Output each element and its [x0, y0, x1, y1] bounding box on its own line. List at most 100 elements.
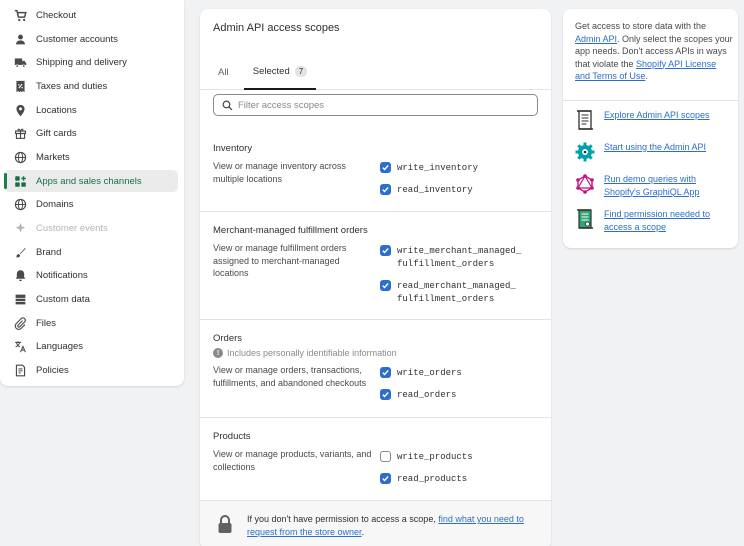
sidebar-item-policies[interactable]: Policies	[4, 359, 178, 381]
info-icon: !	[213, 348, 223, 358]
globe-icon	[14, 151, 27, 164]
tab-selected[interactable]: Selected 7	[244, 55, 316, 90]
pii-notice: ! Includes personally identifiable infor…	[213, 348, 397, 358]
resource-link[interactable]: Find permission needed to access a scope	[604, 208, 724, 233]
section-title: Inventory	[213, 143, 253, 154]
sidebar-item-taxes[interactable]: Taxes and duties	[4, 75, 178, 97]
gift-icon	[14, 127, 27, 140]
sidebar-item-label: Taxes and duties	[36, 80, 108, 92]
access-scopes-card: Admin API access scopes All Selected 7 I…	[200, 9, 551, 546]
paperclip-icon	[14, 316, 27, 330]
checkbox-checked[interactable]	[380, 162, 391, 173]
section-description: View or manage fulfillment orders assign…	[213, 243, 347, 278]
footer-text-before: If you don't have permission to access a…	[247, 514, 439, 524]
permission-scroll-icon	[575, 208, 595, 230]
section-description: View or manage inventory across multiple…	[213, 161, 346, 184]
search-input[interactable]	[238, 99, 528, 111]
resource-explore-scopes[interactable]: Explore Admin API scopes	[575, 109, 724, 131]
gear-icon	[575, 141, 595, 163]
resource-start-admin-api[interactable]: Start using the Admin API	[575, 141, 724, 163]
brand-icon	[14, 246, 27, 259]
scope-section-merchant-managed-fulfillment: Merchant-managed fulfillment orders View…	[200, 212, 551, 320]
sidebar-item-customer-events: Customer events	[4, 217, 178, 239]
sidebar-item-label: Customer accounts	[36, 33, 118, 45]
divider	[563, 100, 738, 101]
checkbox-unchecked[interactable]	[380, 451, 391, 462]
sidebar-item-label: Shipping and delivery	[36, 56, 127, 68]
resource-link[interactable]: Run demo queries with Shopify's GraphiQL…	[604, 173, 724, 198]
selected-count-badge: 7	[294, 66, 308, 77]
section-title: Products	[213, 431, 251, 442]
scope-name: read_inventory	[397, 185, 473, 195]
checkbox-checked[interactable]	[380, 473, 391, 484]
intro-text: Get access to store data with the	[575, 21, 707, 31]
pii-notice-text: Includes personally identifiable informa…	[227, 348, 397, 358]
sidebar-item-apps-and-sales-channels[interactable]: Apps and sales channels	[4, 170, 178, 192]
sidebar-item-label: Custom data	[36, 293, 90, 305]
sidebar-item-label: Locations	[36, 104, 77, 116]
resource-link[interactable]: Start using the Admin API	[604, 141, 724, 154]
checkbox-checked[interactable]	[380, 280, 391, 291]
scope-section-products: Products View or manage products, varian…	[200, 418, 551, 500]
apps-icon	[14, 175, 27, 188]
sidebar-item-label: Policies	[36, 364, 69, 376]
sidebar-item-label: Customer events	[36, 222, 108, 234]
globe-icon	[14, 198, 27, 211]
scope-checkbox-write-merchant-managed[interactable]: write_merchant_managed_ fulfillment_orde…	[380, 245, 521, 270]
sidebar-item-gift-cards[interactable]: Gift cards	[4, 122, 178, 144]
section-description: View or manage orders, transactions, ful…	[213, 365, 367, 388]
bell-icon	[14, 269, 27, 282]
sidebar-item-label: Languages	[36, 340, 84, 352]
scope-checkbox-read-inventory[interactable]: read_inventory	[380, 184, 473, 197]
scope-name: write_orders	[397, 368, 462, 378]
sidebar-item-domains[interactable]: Domains	[4, 193, 178, 215]
database-icon	[14, 293, 27, 306]
scope-checkbox-read-products[interactable]: read_products	[380, 473, 467, 486]
document-icon	[14, 364, 27, 377]
resources-panel: Get access to store data with the Admin …	[563, 9, 738, 248]
sidebar-item-checkout[interactable]: Checkout	[4, 4, 178, 26]
section-title: Orders	[213, 333, 243, 344]
graphql-icon	[575, 173, 595, 195]
scope-checkbox-read-orders[interactable]: read_orders	[380, 389, 456, 402]
sidebar-item-brand[interactable]: Brand	[4, 241, 178, 263]
sidebar-item-files[interactable]: Files	[4, 312, 178, 334]
scope-checkbox-write-orders[interactable]: write_orders	[380, 367, 462, 380]
resource-find-permission[interactable]: Find permission needed to access a scope	[575, 208, 724, 233]
scope-checkbox-write-inventory[interactable]: write_inventory	[380, 162, 478, 175]
checkbox-checked[interactable]	[380, 245, 391, 256]
permission-footer-text: If you don't have permission to access a…	[247, 513, 537, 539]
checkbox-checked[interactable]	[380, 184, 391, 195]
tab-selected-label: Selected	[252, 66, 290, 77]
card-title: Admin API access scopes	[213, 22, 340, 34]
search-icon	[222, 100, 233, 111]
settings-sidebar: Checkout Customer accounts Shipping and …	[0, 0, 184, 386]
checkbox-checked[interactable]	[380, 389, 391, 400]
sidebar-item-shipping[interactable]: Shipping and delivery	[4, 51, 178, 73]
scope-checkbox-read-merchant-managed[interactable]: read_merchant_managed_ fulfillment_order…	[380, 280, 516, 305]
resource-link[interactable]: Explore Admin API scopes	[604, 109, 724, 122]
sidebar-item-customer-accounts[interactable]: Customer accounts	[4, 28, 178, 50]
translate-icon	[14, 340, 27, 353]
sidebar-item-label: Gift cards	[36, 127, 77, 139]
scope-tabs: All Selected 7	[200, 55, 551, 90]
scope-name: read_merchant_managed_ fulfillment_order…	[397, 281, 516, 304]
tab-all[interactable]: All	[218, 55, 229, 90]
scope-name: write_products	[397, 452, 473, 462]
footer-text-after: .	[361, 527, 365, 537]
sidebar-item-notifications[interactable]: Notifications	[4, 264, 178, 286]
checkbox-checked[interactable]	[380, 367, 391, 378]
filter-scopes-search[interactable]	[213, 94, 538, 116]
sidebar-item-markets[interactable]: Markets	[4, 146, 178, 168]
admin-api-link[interactable]: Admin API	[575, 34, 617, 44]
sidebar-item-languages[interactable]: Languages	[4, 335, 178, 357]
scope-name: read_products	[397, 474, 468, 484]
scroll-icon	[575, 109, 595, 131]
tab-all-label: All	[218, 67, 229, 78]
scope-checkbox-write-products[interactable]: write_products	[380, 451, 473, 464]
sidebar-item-locations[interactable]: Locations	[4, 99, 178, 121]
sidebar-item-custom-data[interactable]: Custom data	[4, 288, 178, 310]
lock-icon	[217, 514, 233, 534]
resource-graphiql-demo[interactable]: Run demo queries with Shopify's GraphiQL…	[575, 173, 724, 198]
person-icon	[14, 33, 27, 46]
